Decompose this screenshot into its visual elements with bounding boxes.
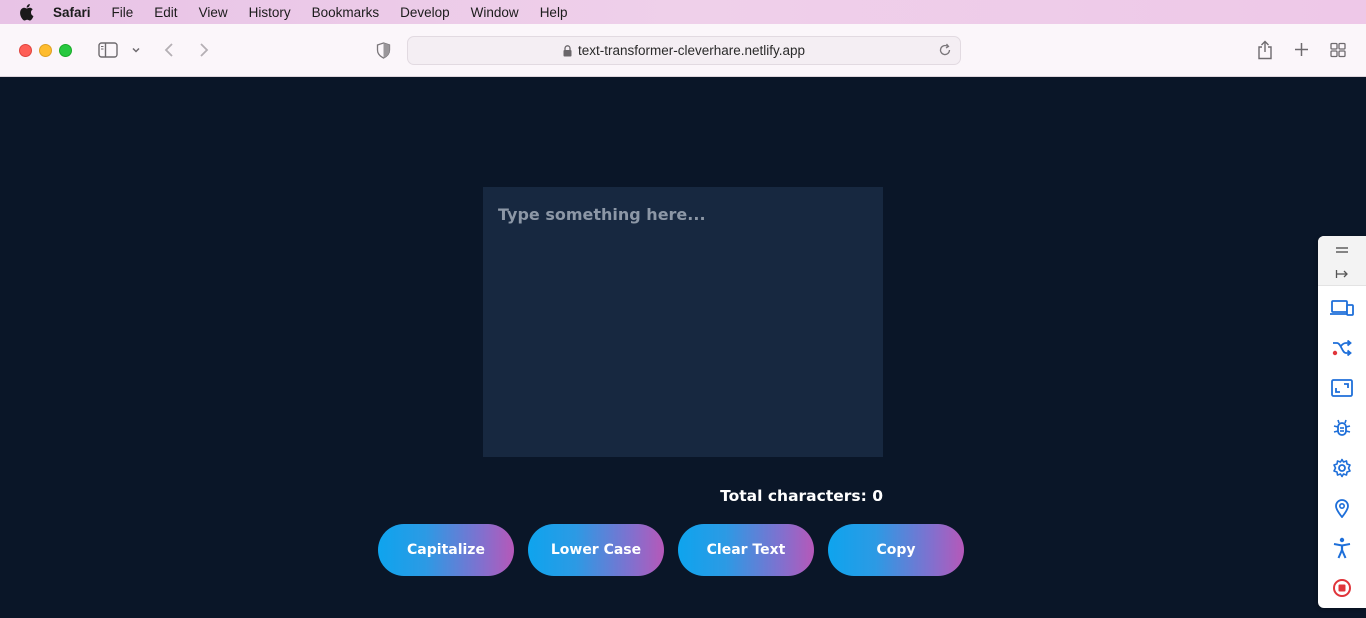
address-bar[interactable]: text-transformer-cleverhare.netlify.app	[407, 36, 961, 65]
stop-record-icon[interactable]	[1330, 576, 1354, 600]
tab-overview-icon[interactable]	[1329, 41, 1347, 59]
menu-safari[interactable]: Safari	[53, 5, 91, 20]
devtools-side-panel	[1318, 236, 1366, 608]
forward-icon[interactable]	[196, 41, 212, 59]
bug-icon[interactable]	[1330, 416, 1354, 440]
reload-icon[interactable]	[938, 43, 952, 60]
menu-edit[interactable]: Edit	[154, 5, 177, 20]
menu-history[interactable]: History	[249, 5, 291, 20]
menu-window[interactable]: Window	[471, 5, 519, 20]
menu-file[interactable]: File	[112, 5, 134, 20]
drag-handle-icon[interactable]	[1330, 238, 1354, 262]
shuffle-icon[interactable]	[1330, 336, 1354, 360]
menu-view[interactable]: View	[199, 5, 228, 20]
character-count: Total characters: 0	[720, 487, 883, 505]
responsive-devices-icon[interactable]	[1330, 296, 1354, 320]
text-input-area[interactable]	[483, 187, 883, 457]
clear-text-button[interactable]: Clear Text	[678, 524, 814, 576]
location-pin-icon[interactable]	[1330, 496, 1354, 520]
zoom-window-button[interactable]	[59, 44, 72, 57]
browser-toolbar: text-transformer-cleverhare.netlify.app	[0, 24, 1366, 77]
apple-logo-icon[interactable]	[18, 3, 36, 21]
privacy-shield-icon[interactable]	[375, 41, 392, 60]
sidebar-toggle-icon[interactable]	[97, 41, 118, 59]
accessibility-icon[interactable]	[1330, 536, 1354, 560]
close-window-button[interactable]	[19, 44, 32, 57]
settings-gear-icon[interactable]	[1330, 456, 1354, 480]
menu-bookmarks[interactable]: Bookmarks	[312, 5, 380, 20]
lock-icon	[563, 44, 572, 57]
minimize-window-button[interactable]	[39, 44, 52, 57]
collapse-arrow-icon[interactable]	[1330, 262, 1354, 286]
capitalize-button[interactable]: Capitalize	[378, 524, 514, 576]
copy-button[interactable]: Copy	[828, 524, 964, 576]
back-icon[interactable]	[161, 41, 177, 59]
new-tab-icon[interactable]	[1293, 41, 1310, 58]
menu-help[interactable]: Help	[540, 5, 568, 20]
chevron-down-icon[interactable]	[130, 44, 142, 56]
menu-develop[interactable]: Develop	[400, 5, 450, 20]
menu-bar: Safari File Edit View History Bookmarks …	[0, 0, 1366, 24]
lower-case-button[interactable]: Lower Case	[528, 524, 664, 576]
screenshot-icon[interactable]	[1330, 376, 1354, 400]
page-content: Total characters: 0 Capitalize Lower Cas…	[0, 77, 1366, 618]
share-icon[interactable]	[1256, 39, 1274, 61]
url-text: text-transformer-cleverhare.netlify.app	[577, 43, 806, 58]
